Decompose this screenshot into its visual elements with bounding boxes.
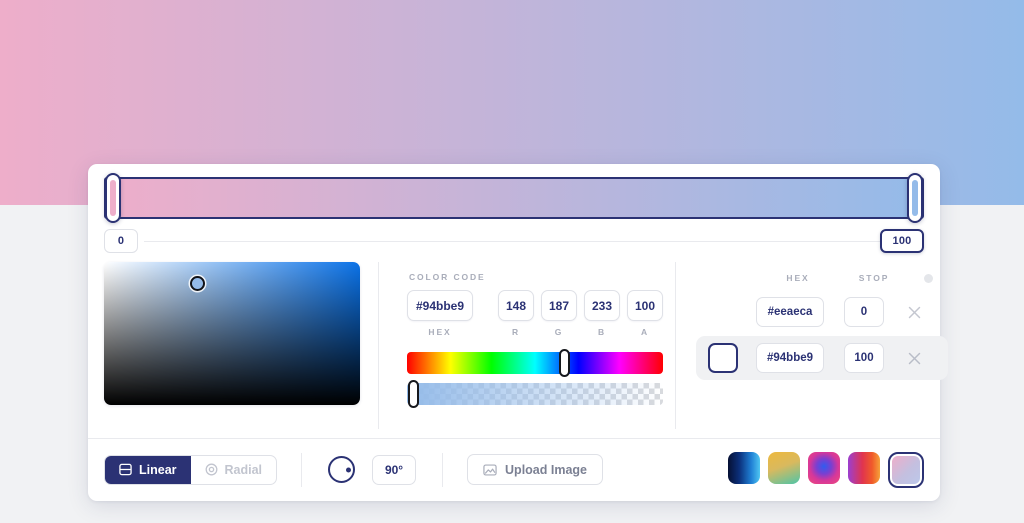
hue-slider-knob[interactable] <box>559 349 570 377</box>
editor-content-region: COLOR CODE #94bbe9 HEX 148 R 187 G 233 B <box>88 262 948 429</box>
mode-radial-label: Radial <box>224 462 263 477</box>
a-field-group: 100 A <box>627 290 663 337</box>
stops-header-stop: STOP <box>858 273 890 283</box>
b-input[interactable]: 233 <box>584 290 620 321</box>
hex-field-group: #94bbe9 HEX <box>407 290 473 337</box>
preset-blue-cyan[interactable] <box>728 451 760 484</box>
stops-header-hex: HEX <box>786 273 810 283</box>
gradient-preview-strip[interactable] <box>104 177 924 219</box>
g-caption: G <box>554 327 564 337</box>
hex-caption: HEX <box>428 327 452 337</box>
preset-purple-red-orange[interactable] <box>848 451 880 484</box>
alpha-slider[interactable] <box>407 380 663 408</box>
close-icon[interactable] <box>894 306 934 319</box>
mode-radial-button[interactable]: Radial <box>191 456 277 484</box>
footer-separator-1 <box>301 452 303 487</box>
stop-position-badge-start[interactable]: 0 <box>104 229 138 253</box>
hex-input[interactable]: #94bbe9 <box>407 290 473 321</box>
stop-hex-input-0[interactable]: #eeaeca <box>756 297 824 327</box>
color-code-section-label: COLOR CODE <box>409 272 486 282</box>
stops-list-header: HEX STOP <box>696 268 948 288</box>
gradient-strip-wrap <box>104 173 924 223</box>
preset-pink-blue-radial[interactable] <box>808 451 840 484</box>
alpha-slider-knob[interactable] <box>408 380 419 408</box>
stops-column: HEX STOP #eeaeca 0 #94bbe9 100 <box>694 262 948 429</box>
angle-dial-handle[interactable] <box>346 467 352 472</box>
g-input[interactable]: 187 <box>541 290 577 321</box>
dot-icon <box>923 273 933 283</box>
b-caption: B <box>597 327 607 337</box>
stop-handle-start-color <box>110 180 116 216</box>
close-icon[interactable] <box>894 352 934 365</box>
gradient-editor-panel: 0 100 COLOR CODE #94bbe9 HEX 148 R 187 G… <box>88 164 948 501</box>
preset-pink-blue-current-fill <box>892 455 920 484</box>
stop-position-input-0[interactable]: 0 <box>844 297 884 327</box>
stop-row-1[interactable]: #94bbe9 100 <box>696 336 948 380</box>
stop-color-swatch-1[interactable] <box>708 343 738 373</box>
hue-slider[interactable] <box>407 349 663 377</box>
a-input[interactable]: 100 <box>627 290 663 321</box>
linear-gradient-icon <box>119 463 132 476</box>
stop-position-input-1[interactable]: 100 <box>844 343 884 373</box>
stop-color-swatch-0[interactable] <box>708 297 738 327</box>
footer-separator-2 <box>442 452 444 487</box>
preset-yellow-teal[interactable] <box>768 451 800 484</box>
upload-image-button[interactable]: Upload Image <box>467 454 603 485</box>
image-icon <box>483 463 497 477</box>
color-code-column: COLOR CODE #94bbe9 HEX 148 R 187 G 233 B <box>397 262 663 429</box>
picker-cursor-handle[interactable] <box>190 276 205 291</box>
angle-dial[interactable] <box>328 456 356 483</box>
divider-colorcode-stops <box>675 262 676 429</box>
g-field-group: 187 G <box>541 290 577 337</box>
stop-row-0[interactable]: #eeaeca 0 <box>696 290 948 334</box>
divider-picker-colorcode <box>378 262 379 429</box>
badge-rule <box>144 241 880 242</box>
stops-header-actions <box>908 273 948 283</box>
stop-position-badge-end[interactable]: 100 <box>880 229 924 253</box>
saturation-value-picker[interactable] <box>104 262 360 405</box>
a-caption: A <box>640 327 650 337</box>
editor-footer-toolbar: Linear Radial 90° Upload Image <box>88 439 940 500</box>
r-field-group: 148 R <box>498 290 534 337</box>
b-field-group: 233 B <box>584 290 620 337</box>
gradient-stop-handle-start[interactable] <box>105 173 121 223</box>
alpha-slider-track <box>407 383 663 405</box>
preset-pink-blue-current[interactable] <box>888 451 924 488</box>
r-input[interactable]: 148 <box>498 290 534 321</box>
mode-linear-label: Linear <box>139 462 177 477</box>
upload-image-label: Upload Image <box>505 462 587 477</box>
gradient-stop-handle-end[interactable] <box>907 173 923 223</box>
r-caption: R <box>511 327 521 337</box>
mode-linear-button[interactable]: Linear <box>105 455 191 484</box>
hue-slider-track <box>407 352 663 374</box>
stop-position-badges: 0 100 <box>104 229 924 253</box>
stop-hex-input-1[interactable]: #94bbe9 <box>756 343 824 373</box>
preset-gradient-list <box>728 451 924 488</box>
color-code-fields: #94bbe9 HEX 148 R 187 G 233 B 100 A <box>407 290 663 337</box>
radial-gradient-icon <box>205 463 218 476</box>
angle-input[interactable]: 90° <box>372 454 417 485</box>
gradient-mode-toggle: Linear Radial <box>104 454 278 485</box>
stop-handle-end-color <box>912 180 918 216</box>
